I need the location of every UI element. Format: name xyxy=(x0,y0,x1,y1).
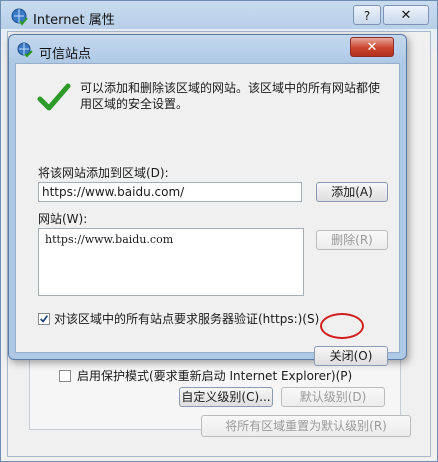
require-https-row[interactable]: 对该区域中的所有站点要求服务器验证(https:)(S) xyxy=(38,310,319,327)
protected-mode-row[interactable]: 启用保护模式(要求重新启动 Internet Explorer)(P) xyxy=(59,367,352,384)
require-https-label: 对该区域中的所有站点要求服务器验证(https:)(S) xyxy=(54,312,320,326)
sites-listbox[interactable]: https://www.baidu.com xyxy=(38,228,304,296)
trusted-sites-dialog: 可信站点 ✕ 可以添加和删除该区域的网站。该区域中的所有网站都使用区域的安全设置… xyxy=(8,34,407,366)
dialog-title: 可信站点 xyxy=(39,47,92,62)
checkbox-check-icon xyxy=(40,314,49,323)
help-button[interactable]: ? xyxy=(353,5,381,25)
reset-all-zones-button[interactable]: 将所有区域重置为默认级别(R) xyxy=(201,415,411,437)
protected-mode-checkbox[interactable] xyxy=(59,369,71,382)
custom-level-button[interactable]: 自定义级别(C)... xyxy=(179,387,273,407)
add-button[interactable]: 添加(A) xyxy=(316,182,388,202)
dialog-close-button[interactable]: ✕ xyxy=(350,37,394,57)
window-close-button[interactable]: ✕ xyxy=(383,5,429,25)
globe-check-icon xyxy=(11,8,28,26)
require-https-checkbox[interactable] xyxy=(38,312,50,325)
protected-mode-label: 启用保护模式(要求重新启动 Internet Explorer)(P) xyxy=(77,369,353,383)
globe-check-icon xyxy=(17,42,33,58)
sites-label: 网站(W): xyxy=(38,212,88,226)
window-title: Internet 属性 xyxy=(33,13,115,28)
dialog-body: 可以添加和删除该区域的网站。该区域中的所有网站都使用区域的安全设置。 将该网站添… xyxy=(15,63,400,366)
default-level-button[interactable]: 默认级别(D) xyxy=(281,387,385,407)
close-dialog-button[interactable]: 关闭(O) xyxy=(314,346,388,366)
dialog-message: 可以添加和删除该区域的网站。该区域中的所有网站都使用区域的安全设置。 xyxy=(80,81,381,111)
remove-button[interactable]: 删除(R) xyxy=(316,230,388,250)
list-item[interactable]: https://www.baidu.com xyxy=(45,233,297,246)
highlight-ring xyxy=(320,313,364,339)
add-site-label: 将该网站添加到区域(D): xyxy=(38,166,169,180)
add-site-input[interactable]: https://www.baidu.com/ xyxy=(38,182,302,202)
green-checkmark-icon xyxy=(37,83,71,111)
